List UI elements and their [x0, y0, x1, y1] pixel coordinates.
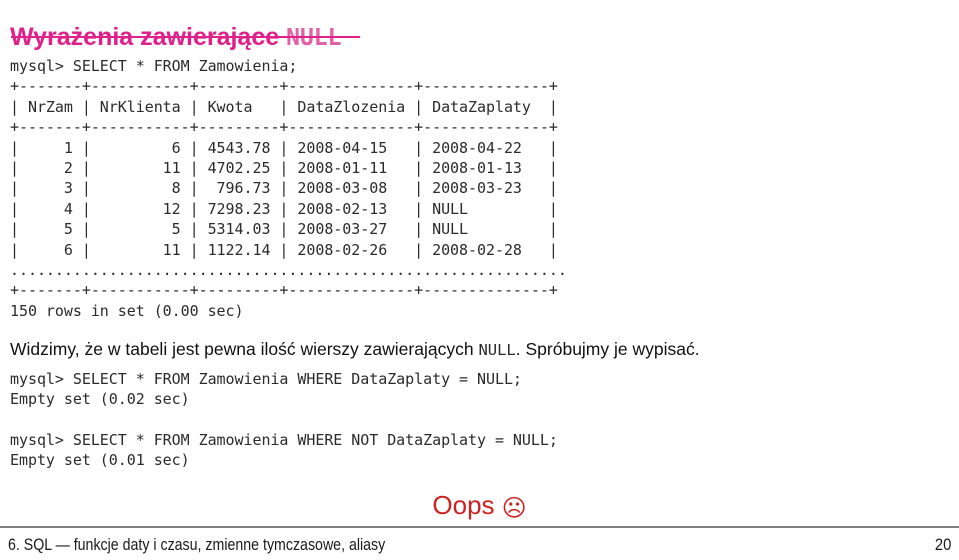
title-underline-divider [11, 36, 360, 38]
frowning-face-icon: ☹ [501, 494, 527, 522]
sql-console-query-block-equals-null: mysql> SELECT * FROM Zamowienia WHERE Da… [10, 370, 522, 409]
sql-console-output-block: mysql> SELECT * FROM Zamowienia; +------… [10, 57, 567, 320]
footer-chapter-title: 6. SQL — funkcje daty i czasu, zmienne t… [8, 535, 386, 554]
footer-page-number: 20 [934, 535, 951, 554]
explanation-keyword-null: NULL [478, 340, 516, 359]
oops-label: Oops [432, 490, 495, 520]
footer-divider [0, 526, 959, 528]
oops-callout: Oops ☹ [0, 489, 959, 524]
explanation-text-after: . Spróbujmy je wypisać. [515, 338, 700, 359]
footer: 6. SQL — funkcje daty i czasu, zmienne t… [8, 533, 951, 557]
explanation-paragraph: Widzimy, że w tabeli jest pewna ilość wi… [10, 338, 950, 361]
explanation-text-before: Widzimy, że w tabeli jest pewna ilość wi… [10, 338, 479, 359]
sql-console-query-block-not-equals-null: mysql> SELECT * FROM Zamowienia WHERE NO… [10, 431, 558, 470]
